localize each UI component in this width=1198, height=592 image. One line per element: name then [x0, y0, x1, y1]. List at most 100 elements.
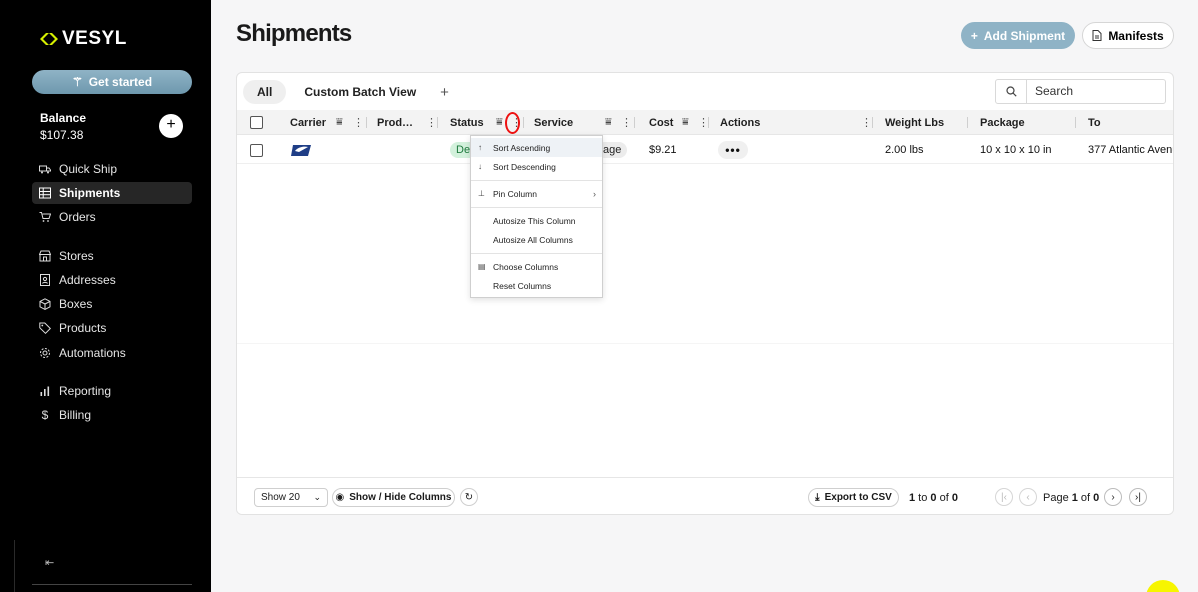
collapse-sidebar-icon[interactable]: ⇤	[45, 556, 54, 569]
actions-cell: •••	[718, 136, 748, 164]
menu-item-autosize-all[interactable]: Autosize All Columns	[471, 230, 602, 249]
sidebar-item-shipments[interactable]: Shipments	[32, 182, 192, 204]
usps-logo-icon	[291, 136, 311, 164]
tab-all[interactable]: All	[243, 80, 287, 104]
menu-item-reset-columns[interactable]: Reset Columns	[471, 276, 602, 295]
page-label: Page	[1043, 491, 1072, 504]
add-shipment-label: Add Shipment	[983, 28, 1066, 43]
table-row[interactable]: Del age $9.21 ••• 2.00 lbs 10 x 10 x 10 …	[237, 136, 1173, 164]
document-icon	[1092, 30, 1102, 41]
sidebar-item-label: Quick Ship	[59, 162, 118, 176]
add-view-button[interactable]: +	[434, 80, 455, 104]
cursor-highlight	[1146, 580, 1180, 592]
row-checkbox[interactable]	[250, 136, 263, 164]
vesyl-logo[interactable]: VESYL	[40, 28, 127, 50]
sidebar-item-quick-ship[interactable]: Quick Ship	[32, 158, 192, 180]
last-page-icon[interactable]: ›|	[1129, 488, 1147, 506]
shipments-panel: All Custom Batch View + Search Carrier ⩸…	[236, 72, 1174, 515]
column-menu-icon[interactable]: ⋮	[861, 110, 872, 135]
menu-item-sort-descending[interactable]: ↓ Sort Descending	[471, 157, 602, 176]
column-header-package[interactable]: Package	[980, 110, 1025, 135]
plus-icon: +	[970, 28, 978, 43]
menu-item-autosize-this[interactable]: Autosize This Column	[471, 211, 602, 230]
prev-page-icon[interactable]: ‹	[1019, 488, 1037, 506]
column-separator	[967, 117, 968, 128]
column-separator	[366, 117, 367, 128]
column-separator	[1075, 117, 1076, 128]
column-header-cost[interactable]: Cost	[649, 110, 673, 135]
arrow-down-icon: ↓	[478, 162, 482, 171]
export-csv-button[interactable]: ⤓ Export to CSV	[808, 488, 899, 507]
column-menu-icon[interactable]: ⋮	[353, 110, 364, 135]
column-header-service[interactable]: Service	[534, 110, 573, 135]
menu-item-label: Autosize This Column	[493, 215, 576, 226]
dollar-icon: $	[41, 408, 49, 422]
get-started-button[interactable]: ⚚ Get started	[32, 70, 192, 94]
sidebar-item-addresses[interactable]: Addresses	[32, 269, 192, 291]
column-menu-icon[interactable]: ⋮	[621, 110, 632, 135]
filter-icon[interactable]: ⩸	[336, 110, 343, 135]
menu-item-pin-column[interactable]: ⊥ Pin Column ›	[471, 184, 602, 203]
select-all-checkbox[interactable]	[250, 110, 263, 135]
package-cell: 10 x 10 x 10 in	[980, 144, 1052, 156]
sidebar-item-billing[interactable]: $ Billing	[32, 404, 192, 426]
filter-icon[interactable]: ⩸	[496, 110, 503, 135]
sidebar-item-label: Addresses	[59, 273, 116, 287]
divider	[14, 540, 15, 592]
sidebar-item-reporting[interactable]: Reporting	[32, 380, 192, 402]
first-page-icon[interactable]: |‹	[995, 488, 1013, 506]
column-header-carrier[interactable]: Carrier	[290, 110, 326, 135]
filter-icon[interactable]: ⩸	[605, 110, 612, 135]
divider	[32, 584, 192, 585]
row-actions-button[interactable]: •••	[718, 141, 748, 159]
manifests-button[interactable]: Manifests	[1082, 22, 1174, 49]
column-header-status[interactable]: Status	[450, 110, 484, 135]
sidebar-item-label: Shipments	[59, 186, 121, 200]
gear-icon	[40, 348, 50, 358]
search-input[interactable]: Search	[1027, 80, 1073, 103]
balance-value: $107.38	[40, 128, 84, 142]
add-balance-button[interactable]: +	[159, 114, 183, 138]
sidebar-item-automations[interactable]: Automations	[32, 342, 192, 364]
tab-custom-batch-view[interactable]: Custom Batch View	[290, 80, 430, 104]
sidebar-item-orders[interactable]: Orders	[32, 206, 192, 228]
eye-icon: ◉	[335, 492, 345, 503]
menu-separator	[471, 180, 602, 181]
show-hide-columns-button[interactable]: ◉ Show / Hide Columns	[332, 488, 455, 507]
next-page-icon[interactable]: ›	[1104, 488, 1122, 506]
sidebar-item-label: Orders	[59, 210, 96, 224]
column-header-to[interactable]: To	[1088, 110, 1101, 135]
address-book-icon	[40, 274, 50, 286]
add-shipment-button[interactable]: + Add Shipment	[961, 22, 1075, 49]
search-box[interactable]: Search	[995, 79, 1166, 104]
column-menu-icon[interactable]: ⋮	[426, 110, 437, 135]
truck-icon	[39, 165, 51, 174]
pin-icon: ⊥	[478, 189, 485, 198]
cost-cell: $9.21	[649, 144, 677, 156]
tag-icon	[39, 322, 51, 334]
menu-item-choose-columns[interactable]: ▤ Choose Columns	[471, 257, 602, 276]
sidebar-item-boxes[interactable]: Boxes	[32, 293, 192, 315]
column-header-product[interactable]: Prod…	[377, 110, 413, 135]
page-size-select[interactable]: Show 20 ⌄	[254, 488, 328, 507]
logo-mark-icon	[40, 33, 58, 45]
sidebar-item-stores[interactable]: Stores	[32, 245, 192, 267]
filter-icon[interactable]: ⩸	[682, 110, 689, 135]
view-tabs: All Custom Batch View +	[243, 80, 455, 104]
sidebar-item-products[interactable]: Products	[32, 317, 192, 339]
menu-item-label: Autosize All Columns	[493, 234, 573, 245]
column-header-weight[interactable]: Weight Lbs	[885, 110, 944, 135]
sidebar-item-label: Stores	[59, 249, 94, 263]
sidebar-item-label: Automations	[59, 346, 126, 360]
page-indicator: Page 1 of 0	[1043, 488, 1099, 507]
show-hide-columns-label: Show / Hide Columns	[349, 492, 452, 503]
menu-item-sort-ascending[interactable]: ↑ Sort Ascending	[471, 138, 602, 157]
range-to: to	[915, 491, 931, 504]
grid-header: Carrier ⩸ ⋮ Prod… ⋮ Status ⩸ ⋮ Service ⩸…	[237, 110, 1173, 135]
reset-columns-button[interactable]: ↻	[460, 488, 478, 506]
manifests-label: Manifests	[1108, 28, 1164, 43]
sidebar-item-label: Products	[59, 321, 107, 335]
column-header-actions[interactable]: Actions	[720, 110, 760, 135]
balance-label: Balance	[40, 111, 87, 125]
column-separator	[708, 117, 709, 128]
